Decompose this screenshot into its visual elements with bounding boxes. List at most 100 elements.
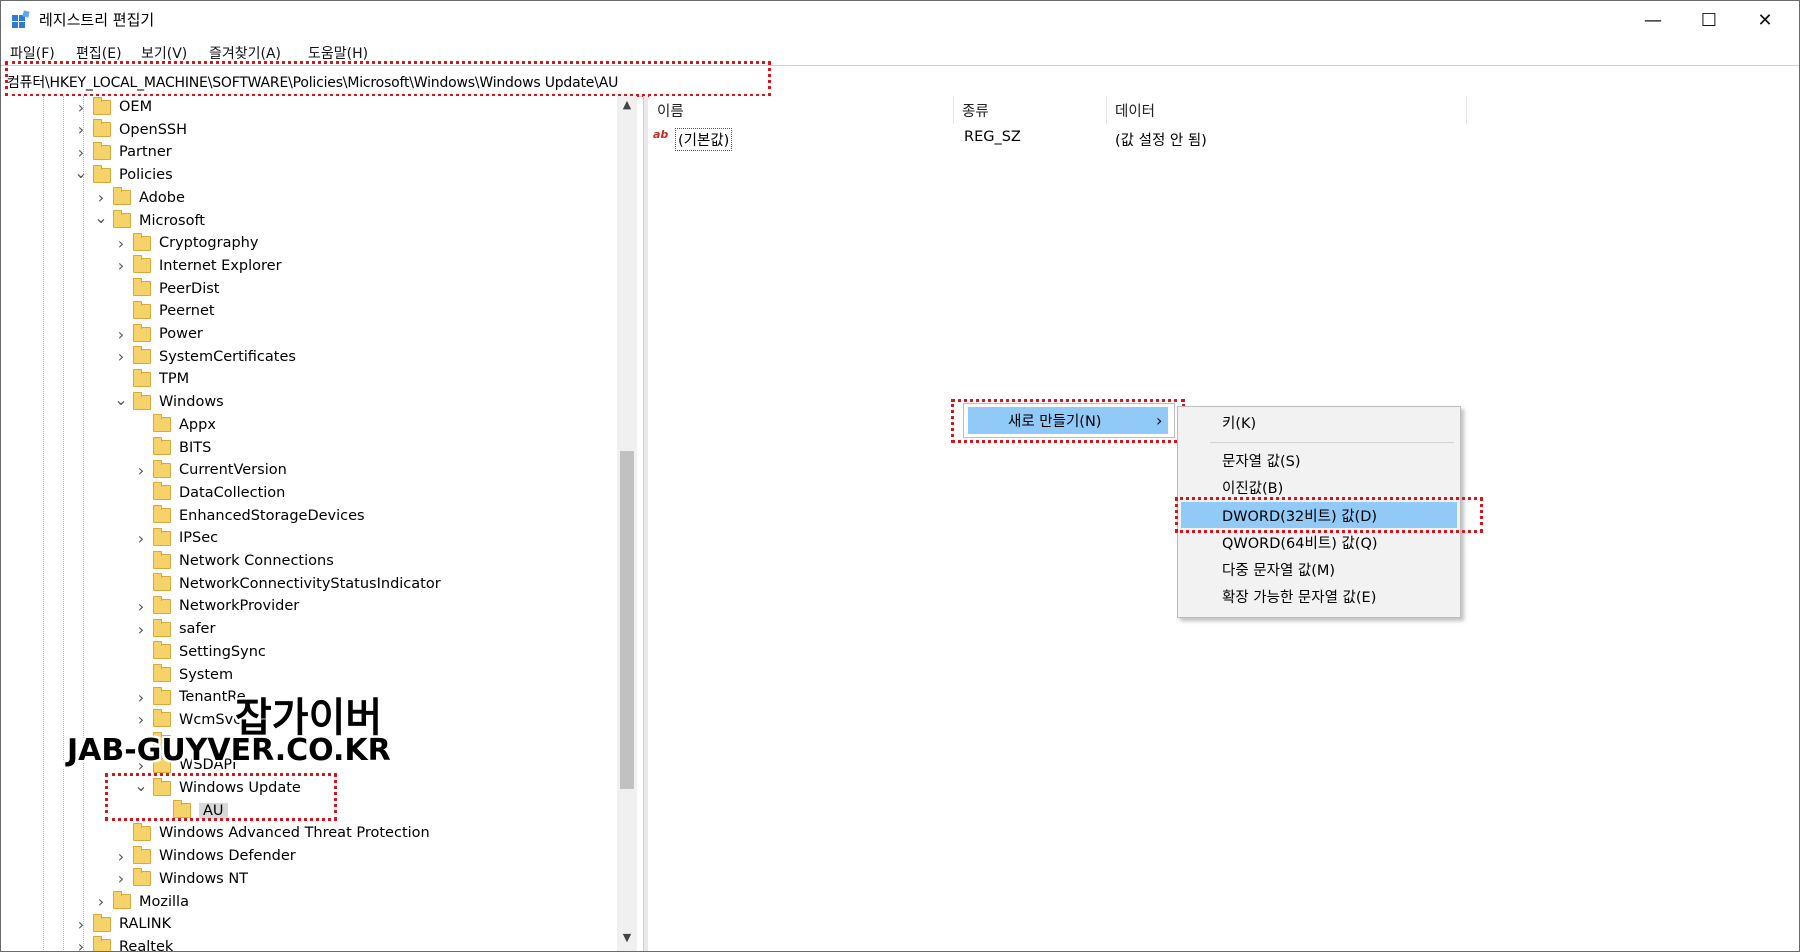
- maximize-button[interactable]: ☐: [1681, 1, 1737, 39]
- tree-node[interactable]: › IPSec: [135, 527, 218, 549]
- chevron-right-icon[interactable]: ›: [115, 256, 127, 275]
- address-bar[interactable]: 컴퓨터\HKEY_LOCAL_MACHINE\SOFTWARE\Policies…: [1, 65, 1799, 97]
- column-type[interactable]: 종류: [954, 96, 1107, 124]
- tree-node[interactable]: › CurrentVersion: [135, 459, 287, 481]
- tree-node[interactable]: ⌄ Policies: [74, 163, 172, 186]
- chevron-right-icon[interactable]: ›: [115, 234, 127, 253]
- tree-node[interactable]: SettingSync: [135, 641, 266, 663]
- tree-connector: [115, 827, 127, 839]
- tree-node[interactable]: › SystemCertificates: [115, 346, 296, 368]
- menu-view[interactable]: 보기(V): [141, 43, 187, 63]
- tree-node[interactable]: › TenantRe: [135, 686, 246, 708]
- tree-node[interactable]: › WcmSvc: [135, 709, 241, 731]
- tree-node[interactable]: › Internet Explorer: [115, 255, 282, 277]
- folder-icon: [153, 686, 171, 705]
- chevron-right-icon[interactable]: ›: [75, 143, 87, 162]
- menu-favorites[interactable]: 즐겨찾기(A): [209, 43, 281, 63]
- tree-node[interactable]: › RALINK: [75, 913, 171, 935]
- folder-icon: [153, 618, 171, 637]
- menu-new-item[interactable]: 새로 만들기(N) ›: [968, 407, 1168, 434]
- submenu-dword-value[interactable]: DWORD(32비트) 값(D): [1181, 502, 1457, 528]
- chevron-right-icon[interactable]: ›: [135, 597, 147, 616]
- tree-node[interactable]: DataCollection: [135, 482, 285, 504]
- submenu-multi-string-value[interactable]: 다중 문자열 값(M): [1178, 556, 1460, 582]
- submenu-expandable-string-value[interactable]: 확장 가능한 문자열 값(E): [1178, 583, 1460, 609]
- menu-edit[interactable]: 편집(E): [76, 43, 122, 63]
- tree-scrollbar[interactable]: ▲ ▼: [617, 96, 637, 951]
- tree-node[interactable]: Peernet: [115, 300, 215, 322]
- chevron-right-icon[interactable]: ›: [115, 869, 127, 888]
- chevron-down-icon[interactable]: ⌄: [94, 208, 107, 227]
- tree-node[interactable]: › Mozilla: [95, 891, 189, 913]
- tree-node[interactable]: Appx: [135, 414, 216, 436]
- scroll-down-icon[interactable]: ▼: [617, 931, 637, 949]
- tree-node[interactable]: ⌄ Windows: [114, 390, 223, 413]
- tree-node-label: Power: [159, 326, 203, 342]
- chevron-right-icon[interactable]: ›: [115, 847, 127, 866]
- scroll-up-icon[interactable]: ▲: [617, 98, 637, 116]
- menu-bar: 파일(F) 편집(E) 보기(V) 즐겨찾기(A) 도움말(H): [1, 39, 1799, 65]
- chevron-right-icon[interactable]: ›: [75, 937, 87, 951]
- tree-node[interactable]: BITS: [135, 437, 211, 459]
- pane-splitter[interactable]: [643, 96, 648, 951]
- column-name[interactable]: 이름: [649, 96, 954, 124]
- tree-node[interactable]: › Windows NT: [115, 868, 248, 890]
- tree-node[interactable]: TPM: [115, 368, 189, 390]
- tree-node-label: Realtek: [119, 938, 174, 951]
- tree-node[interactable]: › Cryptography: [115, 232, 258, 254]
- chevron-right-icon[interactable]: ›: [75, 120, 87, 139]
- tree-node[interactable]: › Windows Defender: [115, 845, 296, 867]
- tree-node[interactable]: › NetworkProvider: [135, 595, 299, 617]
- tree-node[interactable]: › Realtek: [75, 936, 173, 951]
- value-row[interactable]: ab (기본값) REG_SZ (값 설정 안 됨): [649, 126, 1449, 151]
- menu-file[interactable]: 파일(F): [10, 43, 55, 63]
- tree-node[interactable]: NetworkConnectivityStatusIndicator: [135, 573, 441, 595]
- chevron-right-icon[interactable]: ›: [95, 892, 107, 911]
- tree-node[interactable]: › Adobe: [95, 187, 185, 209]
- submenu-qword-value[interactable]: QWORD(64비트) 값(Q): [1178, 529, 1460, 555]
- tree-node[interactable]: PeerDist: [115, 278, 219, 300]
- column-data[interactable]: 데이터: [1107, 96, 1467, 124]
- tree-node[interactable]: › OEM: [75, 96, 152, 118]
- address-path[interactable]: 컴퓨터\HKEY_LOCAL_MACHINE\SOFTWARE\Policies…: [7, 72, 618, 92]
- chevron-right-icon[interactable]: ›: [135, 688, 147, 707]
- tree-node[interactable]: › safer: [135, 618, 215, 640]
- chevron-right-icon[interactable]: ›: [135, 620, 147, 639]
- chevron-right-icon[interactable]: ›: [115, 325, 127, 344]
- tree-connector: [115, 283, 127, 295]
- submenu-binary-value[interactable]: 이진값(B): [1178, 474, 1460, 500]
- submenu-key[interactable]: 키(K): [1178, 409, 1460, 435]
- chevron-down-icon[interactable]: ⌄: [134, 776, 147, 795]
- tree-node-label: DataCollection: [179, 484, 286, 501]
- tree-guide-line: [43, 96, 44, 951]
- chevron-right-icon[interactable]: ›: [115, 347, 127, 366]
- tree-node[interactable]: Network Connections: [135, 550, 334, 572]
- tree-node[interactable]: ⌄ Microsoft: [94, 208, 205, 232]
- tree-node[interactable]: AU: [155, 800, 228, 822]
- chevron-right-icon[interactable]: ›: [135, 710, 147, 729]
- minimize-button[interactable]: —: [1625, 1, 1681, 39]
- chevron-down-icon[interactable]: ⌄: [74, 163, 87, 182]
- close-button[interactable]: ✕: [1737, 1, 1793, 39]
- folder-icon: [153, 482, 171, 501]
- window-title: 레지스트리 편집기: [39, 11, 155, 29]
- scroll-thumb[interactable]: [620, 451, 634, 789]
- tree-node[interactable]: System: [135, 664, 233, 686]
- chevron-right-icon[interactable]: ›: [95, 188, 107, 207]
- chevron-right-icon[interactable]: ›: [135, 461, 147, 480]
- chevron-right-icon[interactable]: ›: [75, 915, 87, 934]
- chevron-right-icon[interactable]: ›: [75, 98, 87, 117]
- chevron-right-icon[interactable]: ›: [135, 529, 147, 548]
- folder-icon: [153, 437, 171, 455]
- tree-node[interactable]: › Power: [115, 323, 203, 345]
- tree-node[interactable]: › OpenSSH: [75, 119, 187, 141]
- tree-node-label: Adobe: [139, 189, 185, 206]
- submenu-string-value[interactable]: 문자열 값(S): [1178, 447, 1460, 473]
- menu-help[interactable]: 도움말(H): [308, 43, 368, 63]
- tree-node[interactable]: › Partner: [75, 141, 172, 163]
- chevron-down-icon[interactable]: ⌄: [114, 390, 127, 409]
- folder-icon: [153, 550, 171, 569]
- tree-node[interactable]: Windows Advanced Threat Protection: [115, 822, 430, 844]
- tree-node[interactable]: EnhancedStorageDevices: [135, 505, 365, 527]
- tree-node[interactable]: ⌄ Windows Update: [134, 776, 301, 799]
